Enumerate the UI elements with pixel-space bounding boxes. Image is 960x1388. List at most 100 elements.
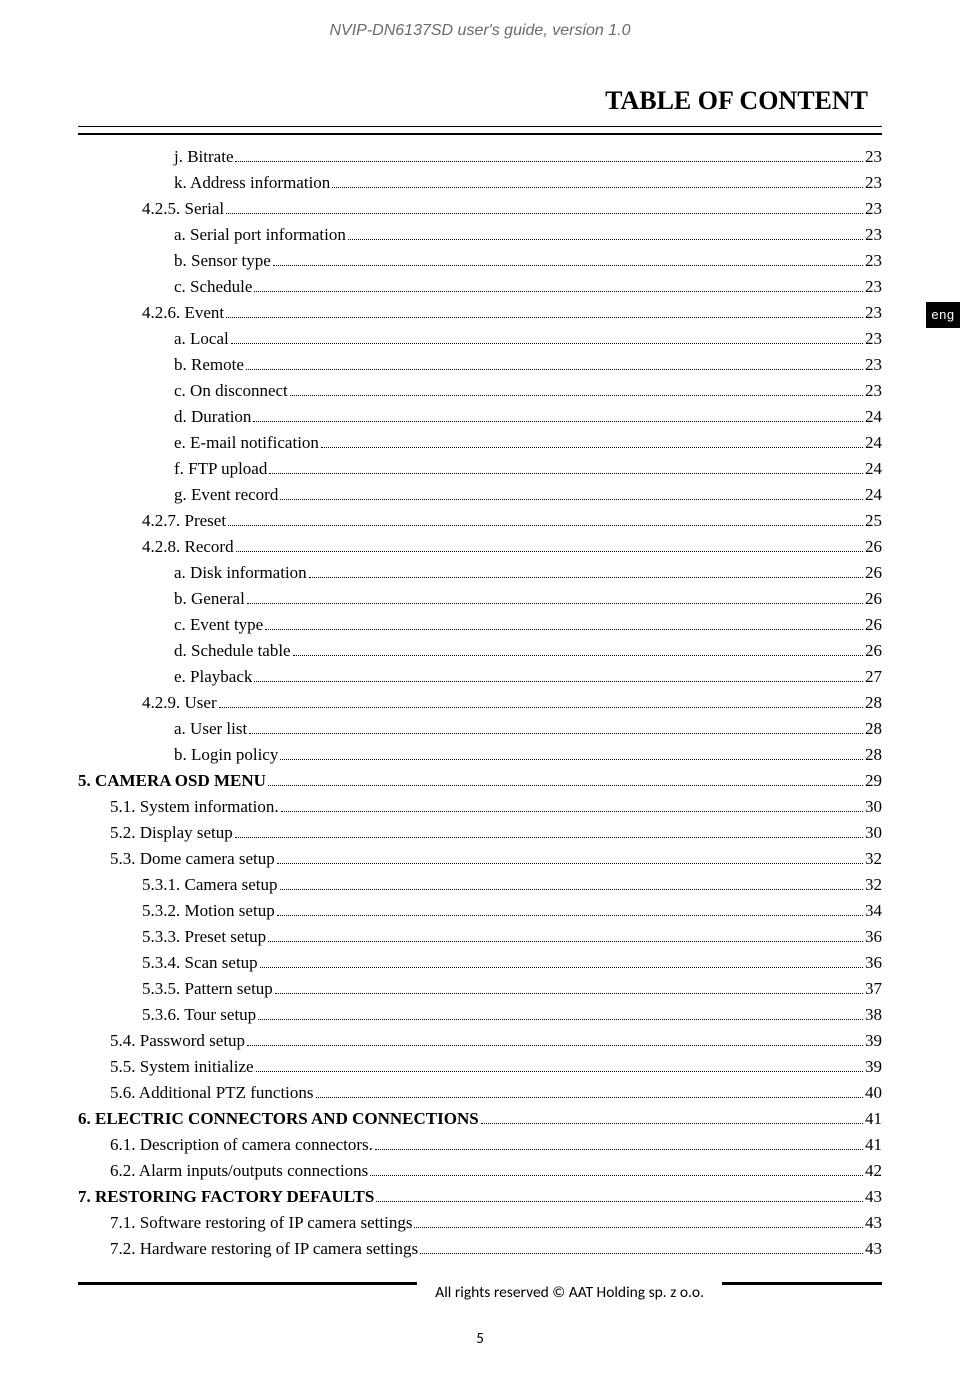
toc-entry[interactable]: 5.3.5. Pattern setup 37	[78, 979, 882, 999]
toc-entry[interactable]: a. Local 23	[78, 329, 882, 349]
toc-entry[interactable]: 4.2.7. Preset 25	[78, 511, 882, 531]
toc-page: 24	[865, 433, 882, 453]
toc-entry[interactable]: 5.3.2. Motion setup 34	[78, 901, 882, 921]
toc-entry[interactable]: b. Remote 23	[78, 355, 882, 375]
toc-entry[interactable]: 5.6. Additional PTZ functions 40	[78, 1083, 882, 1103]
toc-entry[interactable]: 6. ELECTRIC CONNECTORS AND CONNECTIONS 4…	[78, 1109, 882, 1129]
toc-label: 5.3.1. Camera setup	[142, 875, 278, 895]
toc-label: 5.3.5. Pattern setup	[142, 979, 273, 999]
toc-leader	[293, 655, 863, 656]
toc-page: 39	[865, 1031, 882, 1051]
toc-entry[interactable]: 5.1. System information. 30	[78, 797, 882, 817]
toc-leader	[226, 317, 863, 318]
toc-leader	[228, 525, 863, 526]
toc-entry[interactable]: c. Event type 26	[78, 615, 882, 635]
toc-leader	[247, 1045, 863, 1046]
toc-page: 26	[865, 563, 882, 583]
toc-entry[interactable]: 5. CAMERA OSD MENU 29	[78, 771, 882, 791]
toc-entry[interactable]: a. Disk information 26	[78, 563, 882, 583]
toc-page: 28	[865, 719, 882, 739]
toc-entry[interactable]: 5.3.3. Preset setup 36	[78, 927, 882, 947]
toc-entry[interactable]: 5.3.6. Tour setup 38	[78, 1005, 882, 1025]
toc-entry[interactable]: 5.5. System initialize 39	[78, 1057, 882, 1077]
toc-page: 23	[865, 199, 882, 219]
page-title: TABLE OF CONTENT	[0, 86, 868, 116]
toc-page: 23	[865, 329, 882, 349]
toc-entry[interactable]: 4.2.8. Record 26	[78, 537, 882, 557]
toc-entry[interactable]: 5.3.4. Scan setup 36	[78, 953, 882, 973]
toc-leader	[280, 499, 863, 500]
toc-page: 32	[865, 875, 882, 895]
toc-label: d. Schedule table	[174, 641, 291, 661]
toc-entry[interactable]: 6.2. Alarm inputs/outputs connections 42	[78, 1161, 882, 1181]
toc-label: e. E-mail notification	[174, 433, 319, 453]
toc-entry[interactable]: a. Serial port information 23	[78, 225, 882, 245]
toc-entry[interactable]: f. FTP upload 24	[78, 459, 882, 479]
toc-page: 23	[865, 173, 882, 193]
toc-leader	[235, 837, 863, 838]
toc-label: c. Schedule	[174, 277, 252, 297]
toc-page: 41	[865, 1135, 882, 1155]
toc-label: c. Event type	[174, 615, 263, 635]
toc-leader	[309, 577, 863, 578]
toc-entry[interactable]: e. E-mail notification 24	[78, 433, 882, 453]
toc-entry[interactable]: 5.4. Password setup 39	[78, 1031, 882, 1051]
toc-label: 4.2.9. User	[142, 693, 217, 713]
toc-leader	[275, 993, 863, 994]
toc-label: b. Remote	[174, 355, 244, 375]
toc-entry[interactable]: 5.3. Dome camera setup 32	[78, 849, 882, 869]
toc-label: g. Event record	[174, 485, 278, 505]
toc-label: 5.1. System information.	[110, 797, 279, 817]
toc-entry[interactable]: 7.2. Hardware restoring of IP camera set…	[78, 1239, 882, 1259]
toc-entry[interactable]: a. User list 28	[78, 719, 882, 739]
toc-entry[interactable]: 5.3.1. Camera setup 32	[78, 875, 882, 895]
toc-leader	[268, 941, 863, 942]
toc-entry[interactable]: c. Schedule 23	[78, 277, 882, 297]
toc-entry[interactable]: j. Bitrate 23	[78, 147, 882, 167]
toc-entry[interactable]: d. Schedule table 26	[78, 641, 882, 661]
toc-leader	[226, 213, 863, 214]
toc-page: 37	[865, 979, 882, 999]
toc-page: 30	[865, 797, 882, 817]
toc-page: 36	[865, 953, 882, 973]
toc-entry[interactable]: b. General 26	[78, 589, 882, 609]
toc-leader	[269, 473, 863, 474]
toc-page: 23	[865, 225, 882, 245]
toc-label: a. Serial port information	[174, 225, 346, 245]
toc-label: 5. CAMERA OSD MENU	[78, 771, 266, 791]
toc-leader	[254, 681, 863, 682]
toc-entry[interactable]: 7.1. Software restoring of IP camera set…	[78, 1213, 882, 1233]
toc-page: 42	[865, 1161, 882, 1181]
toc-leader	[235, 161, 863, 162]
toc-entry[interactable]: b. Login policy 28	[78, 745, 882, 765]
toc-page: 38	[865, 1005, 882, 1025]
toc-entry[interactable]: k. Address information 23	[78, 173, 882, 193]
toc-entry[interactable]: 4.2.6. Event 23	[78, 303, 882, 323]
toc-entry[interactable]: 7. RESTORING FACTORY DEFAULTS 43	[78, 1187, 882, 1207]
toc-entry[interactable]: 5.2. Display setup 30	[78, 823, 882, 843]
toc-page: 28	[865, 693, 882, 713]
toc-leader	[277, 863, 863, 864]
toc-page: 30	[865, 823, 882, 843]
toc-entry[interactable]: g. Event record 24	[78, 485, 882, 505]
toc-entry[interactable]: c. On disconnect 23	[78, 381, 882, 401]
toc-leader	[481, 1123, 863, 1124]
toc-label: 5.3.4. Scan setup	[142, 953, 258, 973]
toc-entry[interactable]: 4.2.5. Serial 23	[78, 199, 882, 219]
toc-entry[interactable]: e. Playback 27	[78, 667, 882, 687]
toc-entry[interactable]: 4.2.9. User 28	[78, 693, 882, 713]
toc-entry[interactable]: d. Duration 24	[78, 407, 882, 427]
toc-label: 5.3.2. Motion setup	[142, 901, 275, 921]
toc-label: a. Local	[174, 329, 229, 349]
toc-page: 40	[865, 1083, 882, 1103]
doc-header: NVIP-DN6137SD user's guide, version 1.0	[0, 0, 960, 40]
toc-label: 4.2.7. Preset	[142, 511, 226, 531]
toc-leader	[249, 733, 863, 734]
toc-entry[interactable]: 6.1. Description of camera connectors. 4…	[78, 1135, 882, 1155]
toc-page: 43	[865, 1213, 882, 1233]
toc-page: 41	[865, 1109, 882, 1129]
toc-entry[interactable]: b. Sensor type 23	[78, 251, 882, 271]
toc-label: 7.2. Hardware restoring of IP camera set…	[110, 1239, 418, 1259]
toc-page: 26	[865, 615, 882, 635]
toc-leader	[236, 551, 863, 552]
